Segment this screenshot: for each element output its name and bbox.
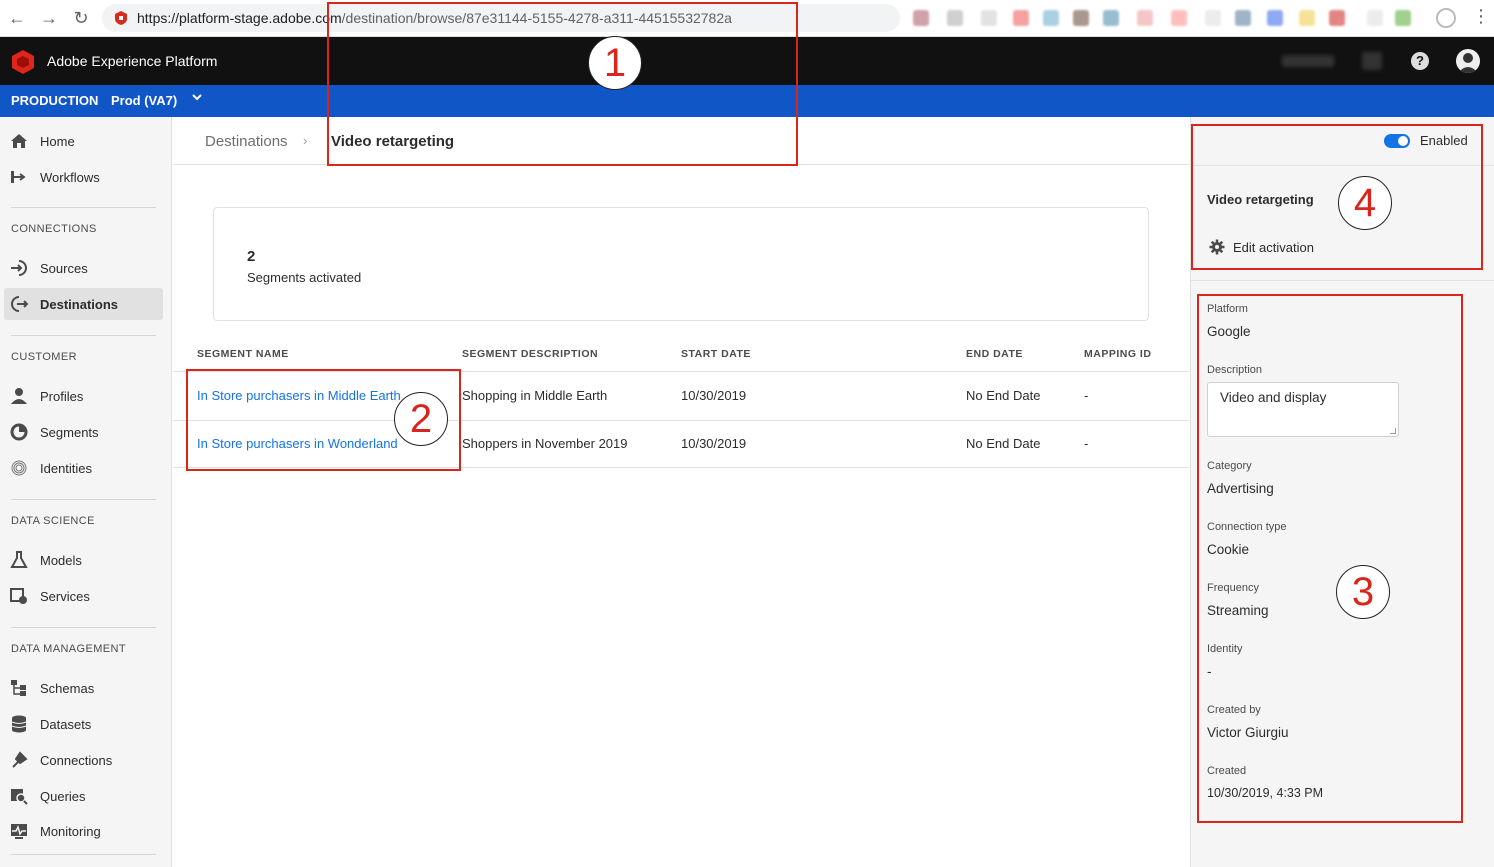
user-avatar-icon[interactable]: [1456, 49, 1480, 73]
sidebar-item-identities[interactable]: Identities: [4, 452, 163, 484]
monitoring-icon: [11, 824, 27, 839]
extension-icon[interactable]: [1267, 10, 1283, 26]
profiles-icon: [11, 388, 27, 404]
site-security-icon: [115, 11, 127, 25]
connections-icon: [12, 751, 28, 768]
queries-icon: [11, 789, 28, 805]
datasets-icon: [11, 715, 27, 733]
sidebar-divider: [11, 499, 156, 500]
sidebar-divider: [11, 627, 156, 628]
extension-icon[interactable]: [1137, 10, 1153, 26]
sidebar-section-title: DATA MANAGEMENT: [11, 643, 126, 655]
chevron-down-icon[interactable]: [191, 91, 203, 106]
annotation-box-4: [1191, 124, 1483, 270]
home-icon: [11, 134, 27, 148]
schemas-icon: [11, 680, 26, 696]
sidebar-divider: [11, 854, 156, 855]
mapping-id: -: [1084, 436, 1089, 451]
sidebar-item-connections[interactable]: Connections: [4, 744, 163, 776]
extension-icon[interactable]: [913, 10, 929, 26]
sidebar-divider: [11, 207, 156, 208]
sources-icon: [11, 260, 27, 276]
column-header-end-date[interactable]: END DATE: [966, 348, 1023, 360]
forward-icon[interactable]: →: [39, 8, 59, 28]
summary-card: 2 Segments activated: [213, 207, 1149, 321]
segments-icon: [10, 423, 28, 441]
column-header-start-date[interactable]: START DATE: [681, 348, 751, 360]
models-icon: [10, 551, 28, 568]
sidebar-item-sources[interactable]: Sources: [4, 252, 163, 284]
environment-label: PRODUCTION: [11, 93, 99, 108]
extension-icon[interactable]: [1073, 10, 1089, 26]
sidebar-item-workflows[interactable]: Workflows: [4, 161, 163, 193]
sandbox-selector[interactable]: Prod (VA7): [111, 93, 177, 108]
segments-count: 2: [247, 248, 256, 265]
extension-icon[interactable]: [1013, 10, 1029, 26]
annotation-box-1: [327, 2, 798, 166]
annotation-number-4: 4: [1338, 176, 1392, 230]
sidebar-item-profiles[interactable]: Profiles: [4, 380, 163, 412]
segments-count-label: Segments activated: [247, 270, 362, 285]
end-date: No End Date: [966, 436, 1041, 451]
extension-icon[interactable]: [947, 10, 963, 26]
extension-icon[interactable]: [1299, 10, 1315, 26]
browser-menu-icon[interactable]: ⋮: [1472, 6, 1490, 27]
breadcrumb-root[interactable]: Destinations: [205, 133, 288, 150]
sidebar-divider: [11, 335, 156, 336]
extension-icon[interactable]: [1329, 10, 1345, 26]
segment-description: Shopping in Middle Earth: [462, 388, 608, 403]
app-title[interactable]: Adobe Experience Platform: [47, 53, 217, 69]
extension-icon[interactable]: [981, 10, 997, 26]
column-header-mapping-id[interactable]: MAPPING ID: [1084, 348, 1151, 360]
breadcrumb-separator: ›: [303, 133, 308, 148]
sidebar-item-models[interactable]: Models: [4, 544, 163, 576]
extension-icon[interactable]: [1235, 10, 1251, 26]
apps-icon[interactable]: [1362, 52, 1382, 70]
services-icon: [10, 588, 27, 604]
sidebar-item-home[interactable]: Home: [4, 125, 163, 157]
extension-icon[interactable]: [1171, 10, 1187, 26]
end-date: No End Date: [966, 388, 1041, 403]
back-icon[interactable]: ←: [7, 8, 27, 28]
extensions-strip: [905, 6, 1415, 34]
extension-icon[interactable]: [1043, 10, 1059, 26]
identities-icon: [11, 460, 27, 476]
sidebar-item-monitoring[interactable]: Monitoring: [4, 815, 163, 847]
extension-icon[interactable]: [1103, 10, 1119, 26]
reload-icon[interactable]: ↻: [71, 8, 91, 28]
sidebar-section-title: DATA SCIENCE: [11, 515, 95, 527]
sidebar-item-datasets[interactable]: Datasets: [4, 708, 163, 740]
segment-description: Shoppers in November 2019: [462, 436, 628, 451]
annotation-number-1: 1: [588, 36, 642, 90]
sidebar-item-services[interactable]: Services: [4, 580, 163, 612]
start-date: 10/30/2019: [681, 436, 747, 451]
extension-icon[interactable]: [1205, 10, 1221, 26]
mapping-id: -: [1084, 388, 1089, 403]
destinations-icon: [11, 296, 28, 312]
extension-icon[interactable]: [1367, 10, 1383, 26]
annotation-number-3: 3: [1336, 565, 1390, 619]
column-header-segment-description[interactable]: SEGMENT DESCRIPTION: [462, 348, 598, 360]
sidebar-item-queries[interactable]: Queries: [4, 780, 163, 812]
sidebar-section-title: CUSTOMER: [11, 351, 77, 363]
annotation-number-2: 2: [394, 392, 448, 446]
start-date: 10/30/2019: [681, 388, 747, 403]
annotation-box-3: [1197, 294, 1463, 823]
panel-divider: [1190, 280, 1494, 281]
help-icon[interactable]: ?: [1411, 52, 1429, 70]
left-nav: Home Workflows CONNECTIONS Sources Desti…: [0, 117, 172, 867]
org-switcher[interactable]: [1282, 55, 1334, 67]
extension-icon[interactable]: [1395, 10, 1411, 26]
adobe-logo-icon[interactable]: [10, 49, 36, 75]
column-header-segment-name[interactable]: SEGMENT NAME: [197, 348, 289, 360]
browser-profile-icon[interactable]: [1436, 8, 1456, 28]
sidebar-section-title: CONNECTIONS: [11, 223, 97, 235]
sidebar-item-schemas[interactable]: Schemas: [4, 672, 163, 704]
workflows-icon: [11, 171, 26, 183]
sidebar-item-destinations[interactable]: Destinations: [4, 288, 163, 320]
sidebar-item-segments[interactable]: Segments: [4, 416, 163, 448]
